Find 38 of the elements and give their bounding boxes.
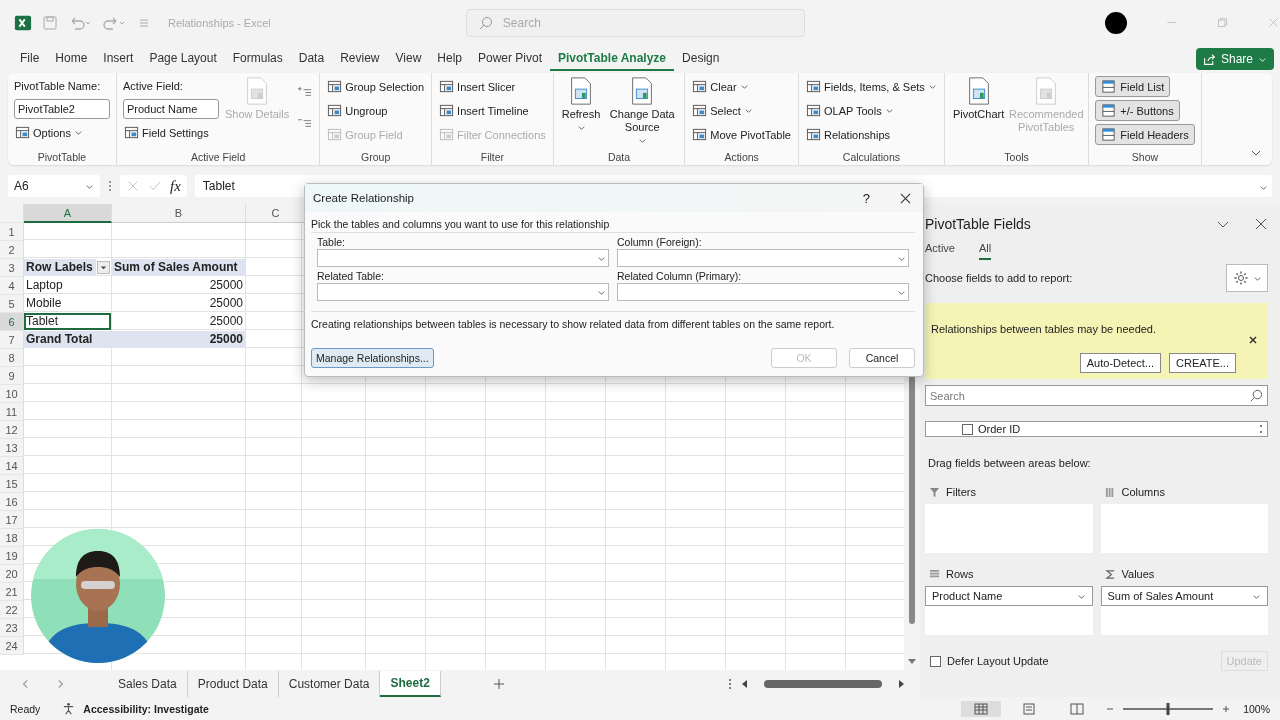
field-label: Related Table:	[317, 270, 385, 282]
pane-title: PivotTable Fields	[925, 216, 1032, 232]
group-label: Show	[1131, 151, 1159, 163]
group-label: PivotTable	[37, 151, 87, 163]
status-text: Ready	[10, 702, 41, 715]
table-cell: Tablet	[24, 313, 111, 330]
area-label: Columns	[1121, 486, 1165, 498]
table-cell-text: Laptop	[25, 277, 64, 294]
table-cell-text: 25000	[208, 313, 244, 330]
window-title: Relationships - Excel	[168, 16, 272, 29]
table-cell: 25000	[112, 331, 245, 348]
group-label: Calculations	[842, 151, 901, 163]
instruction-text: Pick the tables and columns you want to use for this relationship	[311, 218, 915, 233]
area-label: Values	[1121, 568, 1155, 580]
table-cell: Row Labels	[24, 259, 96, 276]
field-label: Table:	[317, 236, 347, 248]
table-cell-text: 25000	[208, 295, 244, 312]
group-label: Actions	[724, 151, 759, 163]
group-label: Tools	[1004, 151, 1029, 163]
field-label: Related Column (Primary):	[617, 270, 743, 282]
field-label: Column (Foreign):	[617, 236, 703, 248]
group-label: Group	[361, 151, 391, 163]
area-label: Rows	[946, 568, 974, 580]
group-label: Filter	[480, 151, 505, 163]
table-cell: Grand Total	[24, 331, 111, 348]
field-label: PivotTable Name:	[14, 79, 101, 94]
instruction-text: Choose fields to add to report:	[925, 272, 1073, 284]
table-cell-text: Mobile	[25, 295, 63, 312]
table-cell-text: 25000	[208, 277, 244, 294]
notice-text: Relationships between tables may be needed.	[931, 323, 1157, 335]
field-label: Active Field:	[123, 79, 183, 94]
instruction-text: Drag fields between areas below:	[928, 457, 1092, 469]
note-text: Creating relationships between tables is necessary to show related data from different tables on the same report.	[311, 311, 915, 330]
group-label: Data	[607, 151, 631, 163]
dialog-title: Create Relationship	[313, 192, 415, 204]
area-label: Filters	[946, 486, 976, 498]
group-label: Active Field	[190, 151, 246, 163]
table-cell: Sum of Sales Amount	[112, 259, 245, 276]
